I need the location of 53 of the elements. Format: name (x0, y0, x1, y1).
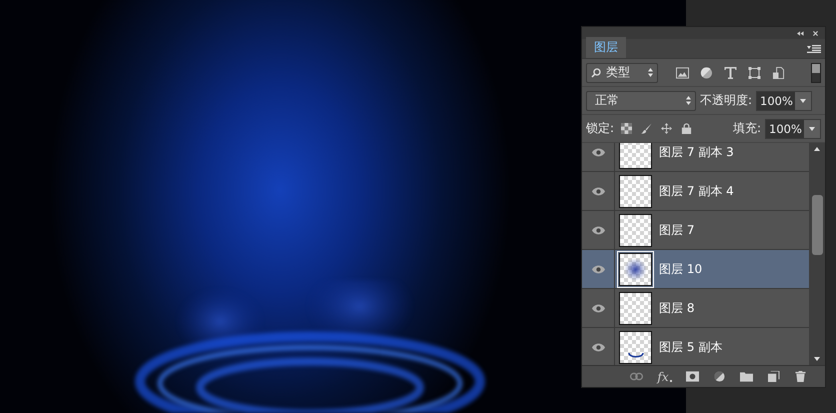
trash-icon[interactable] (794, 371, 807, 382)
folder-icon[interactable] (740, 371, 753, 382)
blend-mode-dropdown[interactable]: 正常 (586, 90, 696, 110)
filter-toggle[interactable] (811, 62, 821, 82)
shape-icon[interactable] (748, 66, 761, 78)
layer-name: 图层 7 副本 3 (659, 144, 734, 160)
layers-tab[interactable]: 图层 (586, 37, 626, 58)
layer-name: 图层 7 副本 4 (659, 182, 734, 200)
menu-icon[interactable] (807, 45, 821, 53)
close-icon[interactable] (812, 30, 819, 36)
brush-icon[interactable] (641, 123, 652, 134)
collapse-icon[interactable] (797, 30, 804, 36)
dropdown-arrow-icon (809, 126, 815, 130)
move-icon[interactable] (661, 123, 672, 134)
filter-dropdown[interactable]: 类型 (586, 62, 658, 82)
link-icon[interactable] (630, 371, 644, 382)
image-icon[interactable] (676, 66, 689, 78)
search-icon (591, 68, 601, 78)
eye-icon[interactable] (592, 264, 604, 274)
type-icon[interactable] (724, 66, 737, 78)
eye-icon[interactable] (592, 304, 604, 312)
filter-value: 类型 (606, 64, 630, 81)
eye-icon[interactable] (592, 226, 604, 234)
lock-label: 锁定: (586, 120, 614, 137)
effects-button[interactable]: fx (657, 370, 672, 384)
opacity-label: 不透明度: (700, 92, 752, 109)
layer-row[interactable]: 图层 10 (582, 250, 809, 289)
layer-name: 图层 7 (659, 222, 694, 238)
half-circle-icon[interactable] (700, 66, 713, 78)
lock-icon[interactable] (681, 123, 692, 134)
blend-mode-value: 正常 (595, 92, 619, 109)
layer-name: 图层 10 (659, 260, 702, 278)
mask-icon[interactable] (686, 371, 699, 382)
layer-row[interactable]: 图层 7 副本 3 (582, 143, 809, 172)
scroll-down-icon[interactable] (814, 357, 820, 361)
scroll-thumb[interactable] (812, 195, 822, 255)
eye-icon[interactable] (592, 148, 604, 156)
adjustment-icon[interactable] (712, 371, 726, 382)
layer-row[interactable]: 图层 7 副本 4 (582, 172, 809, 211)
new-layer-icon[interactable] (766, 371, 780, 382)
layer-name: 图层 8 (659, 300, 694, 316)
eye-icon[interactable] (592, 186, 604, 196)
layer-row[interactable]: 图层 8 (582, 289, 809, 328)
dropdown-arrow-icon (800, 98, 806, 102)
smart-object-icon[interactable] (772, 66, 785, 78)
opacity-field[interactable]: 100% (756, 90, 812, 110)
fill-label: 填充: (732, 120, 761, 137)
eye-icon[interactable] (592, 342, 604, 352)
checkerboard-icon[interactable] (621, 123, 632, 134)
fill-field[interactable]: 100% (765, 118, 821, 138)
stepper-icon (648, 68, 653, 77)
layer-name: 图层 5 副本 (659, 338, 722, 356)
scroll-up-icon[interactable] (814, 147, 820, 151)
